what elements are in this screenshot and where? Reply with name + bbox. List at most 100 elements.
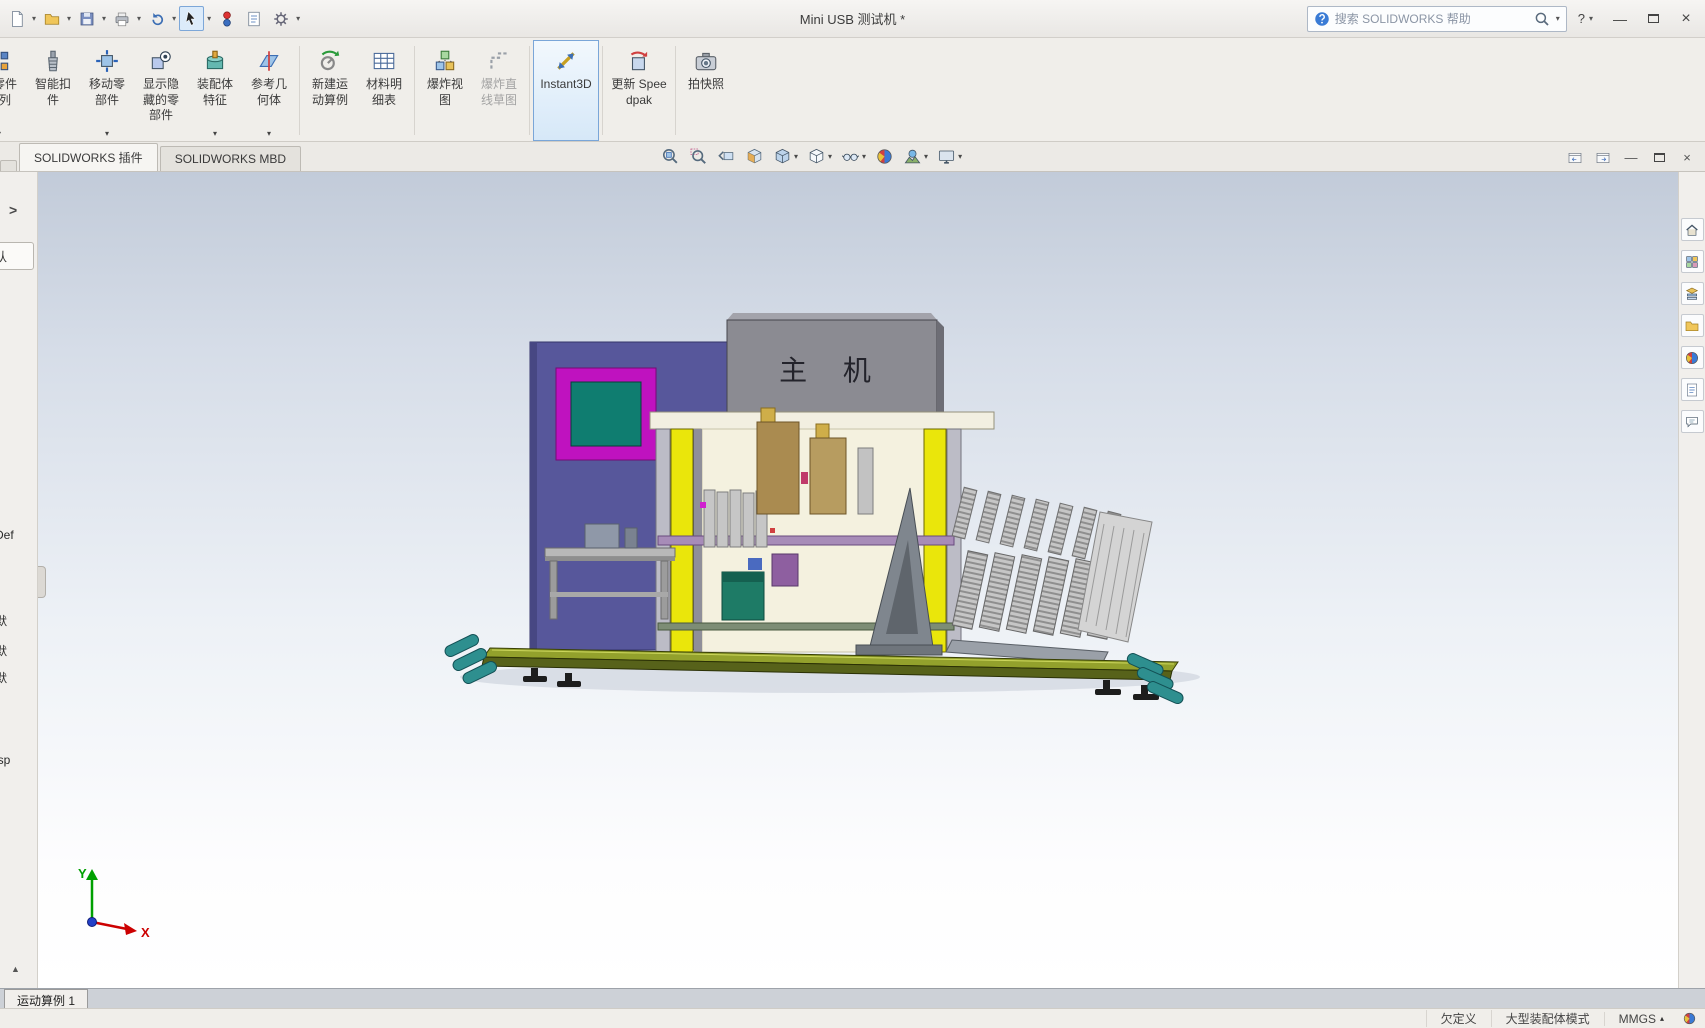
ribbon-separator — [414, 46, 415, 135]
bom-icon — [371, 48, 397, 74]
maximize-button[interactable] — [1638, 6, 1668, 32]
graphics-area[interactable]: 主 机 — [0, 172, 1705, 988]
task-resources-button[interactable] — [1681, 250, 1704, 273]
edit-app earance-button[interactable] — [874, 146, 895, 167]
maximize-icon — [1648, 14, 1659, 23]
monitor-icon — [937, 147, 956, 166]
ribbon-button-bill-of-materials[interactable]: 材料明细表 — [357, 40, 411, 141]
search-box: ▾ — [1307, 6, 1567, 32]
close-button[interactable]: × — [1671, 6, 1701, 32]
section-view-button[interactable] — [744, 146, 765, 167]
ribbon-button-smart-fasteners[interactable]: 智能扣件 — [26, 40, 80, 141]
rebuild-button[interactable] — [214, 6, 239, 31]
chevron-down-icon[interactable]: ▾ — [296, 14, 300, 23]
chevron-down-icon: ▾ — [958, 152, 962, 161]
show-hidden-icon — [148, 48, 174, 74]
task-appearances-button[interactable] — [1681, 346, 1704, 369]
ribbon-button-exploded-view[interactable]: 爆炸视图 — [418, 40, 472, 141]
previous-view-icon — [717, 147, 736, 166]
linear-pattern-icon — [0, 48, 12, 74]
open-folder-icon — [43, 10, 61, 28]
chevron-down-icon[interactable]: ▾ — [67, 14, 71, 23]
ribbon-button-take-snapshot[interactable]: 拍快照 — [679, 40, 733, 141]
ribbon-button-instant3d[interactable]: Instant3D — [533, 40, 599, 141]
reference-geometry-icon — [256, 48, 282, 74]
next-pane-icon — [1595, 150, 1611, 166]
new-document-button[interactable] — [4, 6, 29, 31]
undo-button[interactable] — [144, 6, 169, 31]
snapshot-camera-icon — [693, 48, 719, 74]
tab-solidworks-mbd[interactable]: SOLIDWORKS MBD — [160, 146, 301, 171]
file-properties-button[interactable] — [241, 6, 266, 31]
tab-partial[interactable] — [0, 160, 17, 171]
chevron-up-icon: ▴ — [1660, 1014, 1664, 1023]
display-style-button[interactable]: ▾ — [806, 146, 833, 167]
performance-monitor-button[interactable] — [1678, 1011, 1705, 1026]
forum-bubble-icon — [1684, 414, 1700, 430]
units-selector[interactable]: MMGS ▴ — [1604, 1012, 1678, 1026]
zoom-area-button[interactable] — [688, 146, 709, 167]
ribbon-button-reference-geometry[interactable]: 参考几何体 ▾ — [242, 40, 296, 141]
resources-grid-icon — [1684, 254, 1700, 270]
scroll-up-icon[interactable]: ▲ — [11, 964, 20, 974]
ribbon-button-assembly-features[interactable]: 装配体特征 ▾ — [188, 40, 242, 141]
previous-view-button[interactable] — [716, 146, 737, 167]
chevron-down-icon[interactable]: ▾ — [1556, 14, 1560, 23]
assembly-features-icon — [202, 48, 228, 74]
view-orientation-cube-icon — [773, 147, 792, 166]
tree-text-fragment: 默 — [0, 612, 7, 629]
select-tool-button[interactable] — [179, 6, 204, 31]
performance-ball-icon — [1682, 1011, 1697, 1026]
task-file-explorer-button[interactable] — [1681, 314, 1704, 337]
ribbon-button-update-speedpak[interactable]: 更新 Speedpak — [606, 40, 672, 141]
search-icon[interactable] — [1533, 10, 1551, 28]
search-input[interactable] — [1335, 12, 1529, 26]
ribbon-button-linear-component-pattern[interactable]: 性零件阵列 ▾ — [0, 40, 26, 141]
smart-fasteners-icon — [40, 48, 66, 74]
tab-solidworks-addins[interactable]: SOLIDWORKS 插件 — [19, 143, 158, 171]
zoom-fit-button[interactable] — [660, 146, 681, 167]
tree-text-fragment: 默 — [0, 669, 7, 686]
minimize-button[interactable]: — — [1605, 6, 1635, 32]
motion-study-tab[interactable]: 运动算例 1 — [4, 989, 88, 1008]
section-view-icon — [745, 147, 764, 166]
ribbon-button-new-motion-study[interactable]: 新建运动算例 — [303, 40, 357, 141]
task-forum-button[interactable] — [1681, 410, 1704, 433]
ribbon-button-show-hidden-components[interactable]: 显示隐藏的零部件 — [134, 40, 188, 141]
ribbon-button-move-component[interactable]: 移动零部件 ▾ — [80, 40, 134, 141]
panel-splitter-handle[interactable] — [38, 566, 46, 598]
appearance-ball-icon — [875, 147, 894, 166]
status-bar: 欠定义 大型装配体模式 MMGS ▴ — [0, 1008, 1705, 1028]
chevron-down-icon[interactable]: ▾ — [172, 14, 176, 23]
chevron-down-icon[interactable]: ▾ — [102, 14, 106, 23]
doc-minimize-button[interactable]: — — [1621, 149, 1641, 166]
doc-close-button[interactable]: × — [1677, 149, 1697, 166]
assembly-3d-model: 主 机 — [0, 172, 1705, 988]
expand-panel-chevron[interactable]: > — [9, 202, 17, 218]
properties-list-icon — [1684, 382, 1700, 398]
doc-restore-button[interactable] — [1649, 149, 1669, 166]
instant3d-icon — [553, 48, 579, 74]
task-custom-properties-button[interactable] — [1681, 378, 1704, 401]
command-manager-ribbon: 性零件阵列 ▾ 智能扣件 移动零部件 ▾ 显示隐藏的零部件 装配体特征 ▾ 参考… — [0, 38, 1705, 142]
save-button[interactable] — [74, 6, 99, 31]
options-button[interactable] — [268, 6, 293, 31]
print-button[interactable] — [109, 6, 134, 31]
explode-line-sketch-icon — [486, 48, 512, 74]
hide-show-items-button[interactable]: ▾ — [840, 146, 867, 167]
restore-icon — [1654, 153, 1665, 162]
apply-scene-button[interactable]: ▾ — [902, 146, 929, 167]
chevron-down-icon[interactable]: ▾ — [32, 14, 36, 23]
chevron-down-icon[interactable]: ▾ — [137, 14, 141, 23]
task-design-library-button[interactable] — [1681, 282, 1704, 305]
chevron-down-icon: ▾ — [828, 152, 832, 161]
open-button[interactable] — [39, 6, 64, 31]
previous-document-button[interactable] — [1565, 149, 1585, 166]
triad-x-label: X — [141, 925, 150, 940]
next-document-button[interactable] — [1593, 149, 1613, 166]
view-settings-button[interactable]: ▾ — [936, 146, 963, 167]
help-menu-button[interactable]: ?▾ — [1570, 11, 1602, 26]
view-orientation-button[interactable]: ▾ — [772, 146, 799, 167]
task-home-button[interactable] — [1681, 218, 1704, 241]
chevron-down-icon[interactable]: ▾ — [207, 14, 211, 23]
